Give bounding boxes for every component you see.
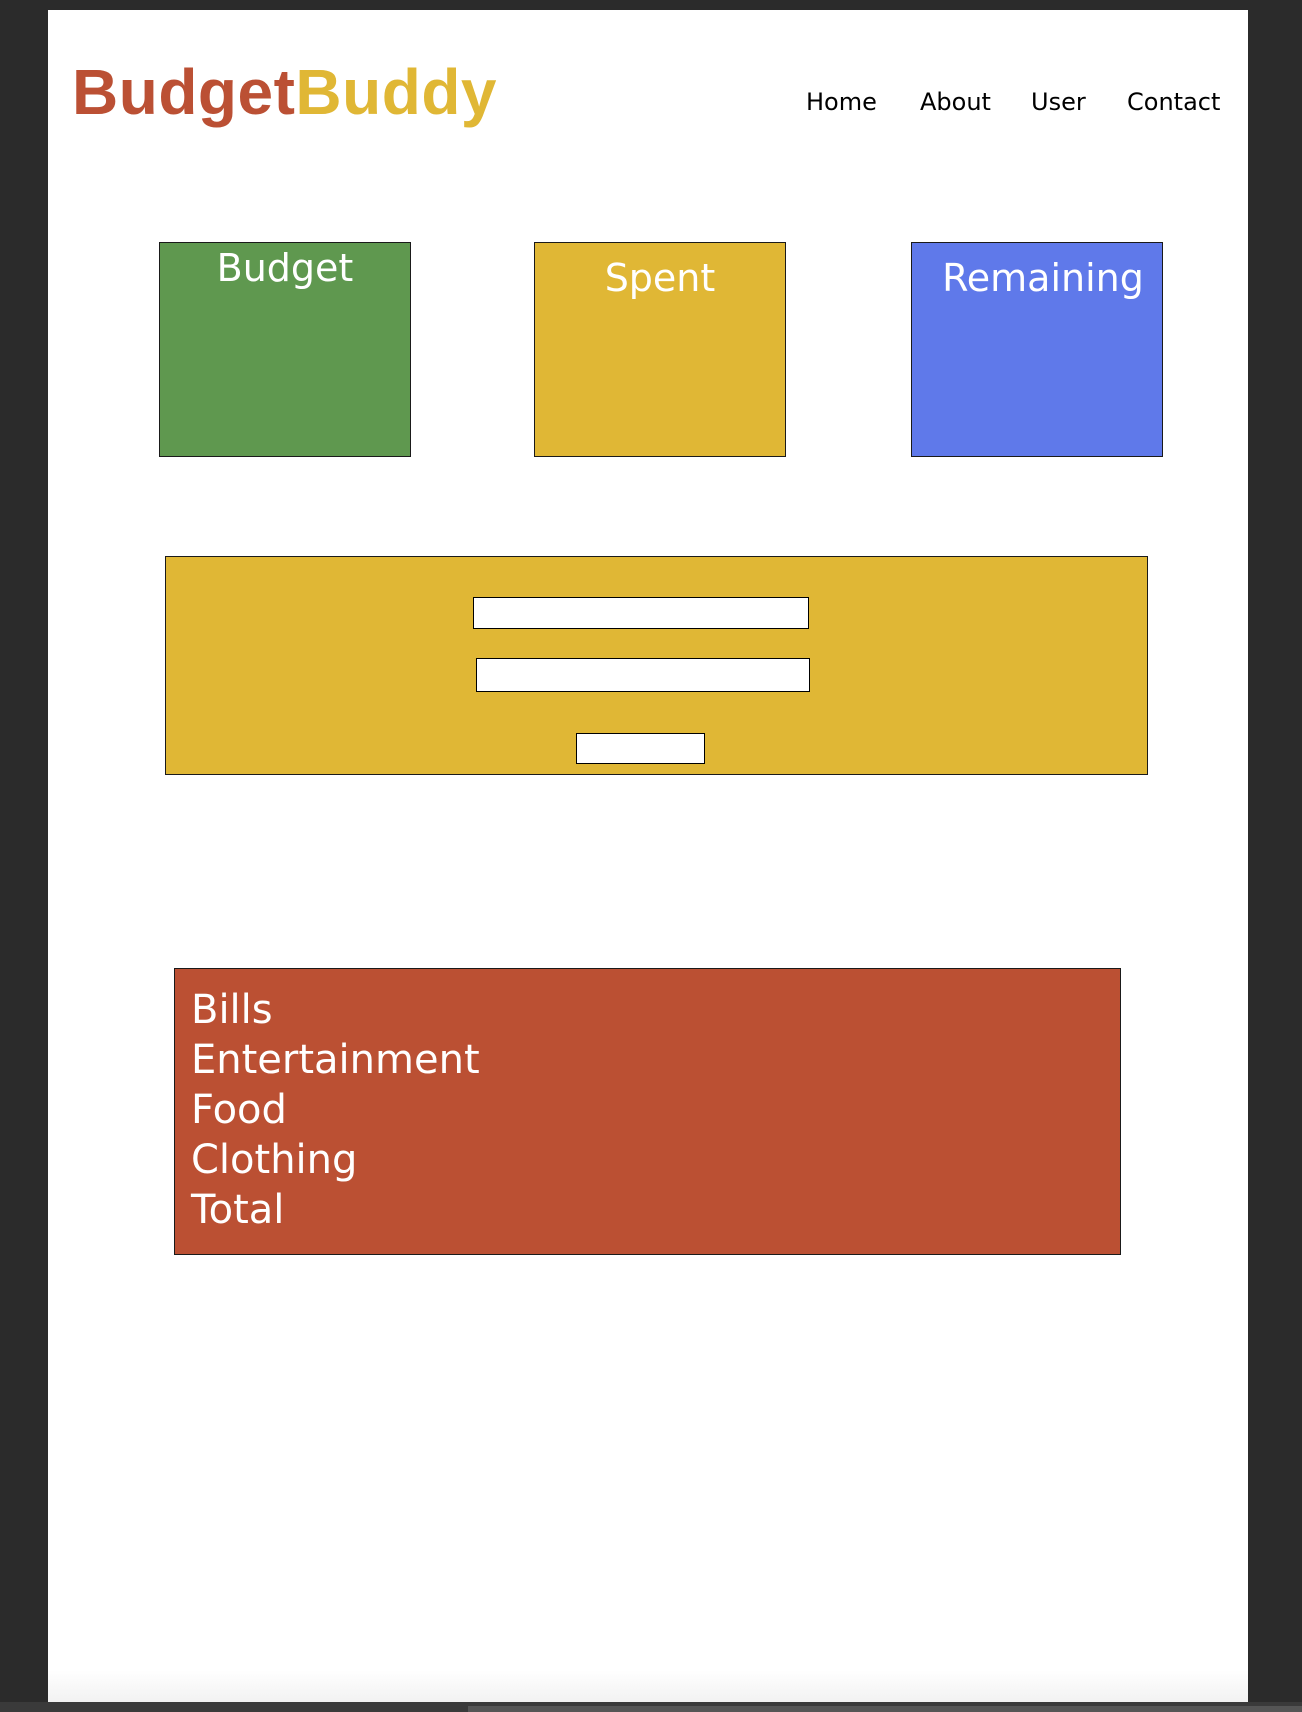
nav-user-link[interactable]: User <box>1031 88 1086 116</box>
main-nav: Home About User Contact <box>48 88 1248 128</box>
add-expense-button[interactable] <box>576 733 705 764</box>
category-entertainment: Entertainment <box>191 1037 480 1083</box>
nav-contact-link[interactable]: Contact <box>1127 88 1220 116</box>
category-total: Total <box>191 1187 285 1233</box>
nav-home-link[interactable]: Home <box>806 88 877 116</box>
categories-panel: Bills Entertainment Food Clothing Total <box>174 968 1121 1255</box>
page-canvas: BudgetBuddy Home About User Contact Budg… <box>48 10 1248 1702</box>
budget-card: Budget <box>159 242 411 457</box>
page-bottom-fade <box>48 1670 1248 1702</box>
spent-card-title: Spent <box>604 256 716 300</box>
category-clothing: Clothing <box>191 1137 358 1183</box>
categories-list: Bills Entertainment Food Clothing Total <box>191 985 480 1235</box>
remaining-card-title: Remaining <box>942 256 1144 300</box>
window-scrollbar[interactable] <box>468 1706 1302 1712</box>
expense-form-panel <box>165 556 1148 775</box>
category-food: Food <box>191 1087 287 1133</box>
budget-card-title: Budget <box>216 246 354 290</box>
expense-name-input[interactable] <box>473 597 809 629</box>
spent-card: Spent <box>534 242 786 457</box>
category-bills: Bills <box>191 987 273 1033</box>
remaining-card: Remaining <box>911 242 1163 457</box>
nav-about-link[interactable]: About <box>920 88 991 116</box>
expense-amount-input[interactable] <box>476 658 810 692</box>
